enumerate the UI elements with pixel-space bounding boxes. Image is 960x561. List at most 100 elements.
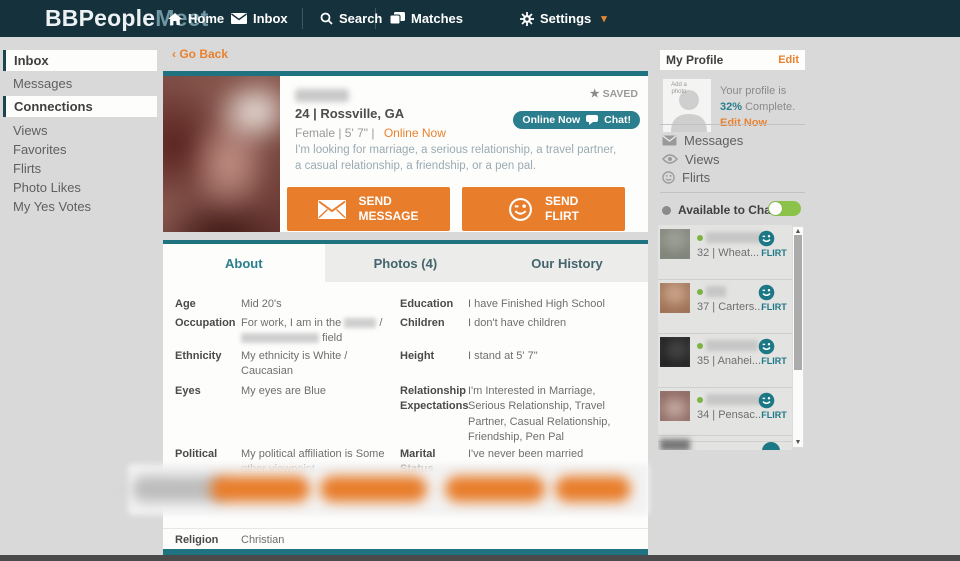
sidebar-item-flirts[interactable]: Flirts — [13, 161, 41, 176]
age-location: 24 | Rossville, GA — [295, 106, 404, 121]
badge-chat-label: Chat! — [604, 114, 631, 126]
occupation-prefix: For work, I am in the — [241, 317, 341, 329]
send-flirt-label: SEND FLIRT — [545, 194, 579, 224]
detail-value: I don't have children — [468, 316, 630, 331]
logo-bb: BBPeople — [45, 5, 155, 31]
nav-inbox[interactable]: Inbox — [231, 0, 288, 37]
matches-icon — [390, 12, 405, 25]
detail-label: Religion — [175, 533, 245, 548]
envelope-icon — [318, 200, 346, 219]
nav-divider — [302, 8, 303, 29]
divider — [660, 192, 805, 193]
nav-home[interactable]: Home — [168, 0, 224, 37]
detail-label: Ethnicity — [175, 349, 245, 364]
saved-indicator[interactable]: ★ SAVED — [590, 87, 638, 100]
profile-description: I'm looking for marriage, a serious rela… — [295, 143, 625, 174]
available-to-chat-toggle[interactable] — [768, 201, 801, 216]
detail-value: I stand at 5' 7" — [468, 349, 630, 364]
my-profile-title: My Profile — [666, 53, 723, 67]
scrollbar-thumb[interactable] — [794, 235, 802, 370]
search-icon — [320, 12, 333, 25]
tab-our-history[interactable]: Our History — [486, 244, 648, 282]
profile-photo[interactable] — [163, 76, 280, 232]
nav-matches[interactable]: Matches — [390, 0, 463, 37]
sidebar-item-my-yes-votes[interactable]: My Yes Votes — [13, 199, 91, 214]
detail-label: Occupation — [175, 316, 245, 331]
nav-inbox-label: Inbox — [253, 11, 288, 26]
flirt-button-label: FLIRT — [758, 302, 790, 312]
detail-value: I've never been married — [468, 447, 630, 462]
toggle-knob — [769, 202, 782, 215]
sidebar-item-photo-likes[interactable]: Photo Likes — [13, 180, 81, 195]
match-row-partial — [658, 435, 792, 450]
profile-card: 24 | Rossville, GA Female | 5' 7" | Onli… — [163, 71, 648, 232]
wink-smiley-icon — [508, 197, 533, 222]
nav-settings[interactable]: Settings ▾ — [520, 0, 607, 37]
go-back-link[interactable]: ‹ Go Back — [172, 47, 228, 61]
sidebar-item-label: Inbox — [14, 53, 49, 68]
match-row[interactable]: 32 | Wheat... FLIRT — [658, 226, 792, 280]
nav-search[interactable]: Search — [320, 0, 382, 37]
send-message-line2: MESSAGE — [358, 209, 418, 223]
edit-link[interactable]: Edit — [778, 54, 799, 66]
chevron-left-icon: ‹ — [172, 47, 176, 61]
match-age-city: 32 | Wheat... — [697, 247, 759, 259]
status-dot-icon — [662, 206, 671, 215]
redacted-text — [344, 318, 376, 328]
match-photo — [660, 229, 690, 259]
detail-value: Mid 20's — [241, 297, 399, 312]
occupation-suffix: field — [322, 332, 342, 344]
nav-home-label: Home — [188, 11, 224, 26]
divider — [660, 124, 805, 125]
tab-photos[interactable]: Photos (4) — [325, 244, 487, 282]
online-chat-badge[interactable]: Online Now Chat! — [513, 111, 640, 129]
my-profile-header: My Profile Edit — [660, 50, 805, 70]
gender-height: Female | 5' 7" | — [295, 126, 374, 140]
detail-value: Christian — [241, 533, 399, 548]
tab-about[interactable]: About — [163, 244, 325, 282]
redacted-orange-blob — [210, 476, 310, 502]
match-age-city: 35 | Anahei... — [697, 355, 761, 367]
app-window: BBPeopleMeet Home Inbox Search Matches S… — [0, 0, 960, 561]
redacted-match-name — [706, 286, 726, 297]
flirt-button[interactable]: FLIRT — [758, 338, 790, 366]
flirt-smiley-icon — [758, 284, 775, 301]
send-message-button[interactable]: SEND MESSAGE — [287, 187, 450, 231]
envelope-icon — [662, 135, 677, 146]
badge-online-label: Online Now — [522, 114, 580, 126]
gear-icon — [520, 12, 534, 26]
blurred-photo — [163, 76, 280, 232]
completeness-mid: Complete. — [745, 101, 795, 113]
completeness-value: 32% — [720, 101, 742, 113]
flirt-button-label: FLIRT — [758, 410, 790, 420]
send-message-label: SEND MESSAGE — [358, 194, 418, 224]
messages-link[interactable]: Messages — [662, 131, 743, 149]
online-dot-icon — [697, 343, 703, 349]
sidebar-item-messages[interactable]: Messages — [13, 76, 72, 91]
flirt-button[interactable]: FLIRT — [758, 284, 790, 312]
flirt-button[interactable]: FLIRT — [758, 392, 790, 420]
scroll-down-arrow[interactable]: ▼ — [793, 439, 803, 446]
edit-now-link[interactable]: Edit Now — [720, 117, 767, 129]
match-row[interactable]: 34 | Pensac... FLIRT — [658, 388, 792, 442]
detail-value: For work, I am in the / field — [241, 316, 399, 347]
sidebar-item-connections[interactable]: Connections — [3, 96, 157, 117]
send-flirt-button[interactable]: SEND FLIRT — [462, 187, 625, 231]
online-now-text: Online Now — [384, 126, 446, 140]
match-row[interactable]: 35 | Anahei... FLIRT — [658, 334, 792, 388]
detail-value: My eyes are Blue — [241, 384, 399, 399]
flirt-smiley-icon — [758, 338, 775, 355]
matches-scrollbar[interactable]: ▲ ▼ — [792, 226, 804, 448]
detail-label: Children — [400, 316, 470, 331]
matches-list: 32 | Wheat... FLIRT 37 | Carters... FLIR… — [658, 225, 792, 450]
sidebar-item-inbox[interactable]: Inbox — [3, 50, 157, 71]
views-link[interactable]: Views — [662, 150, 719, 168]
flirt-smiley-icon — [758, 392, 775, 409]
flirts-link[interactable]: Flirts — [662, 168, 710, 186]
messages-link-label: Messages — [684, 133, 743, 148]
match-row[interactable]: 37 | Carters... FLIRT — [658, 280, 792, 334]
flirt-button[interactable]: FLIRT — [758, 230, 790, 258]
sidebar-item-favorites[interactable]: Favorites — [13, 142, 66, 157]
scroll-up-arrow[interactable]: ▲ — [793, 228, 803, 235]
sidebar-item-views[interactable]: Views — [13, 123, 47, 138]
